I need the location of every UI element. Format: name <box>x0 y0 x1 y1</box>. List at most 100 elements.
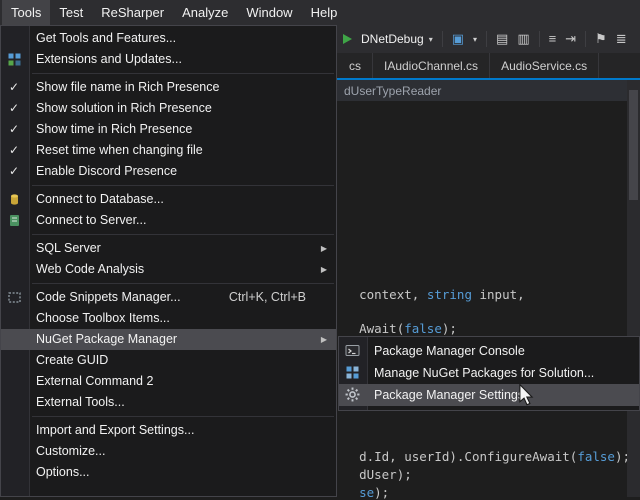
menu-item-sql-server[interactable]: SQL Server ▶ <box>1 238 336 259</box>
menu-item-show-solution-rich-presence[interactable]: ✓ Show solution in Rich Presence <box>1 98 336 119</box>
menu-item-label: Code Snippets Manager... <box>36 290 181 304</box>
bookmark-icon[interactable]: ⚑ <box>595 25 607 53</box>
menu-item-connect-to-server[interactable]: Connect to Server... <box>1 210 336 231</box>
menu-item-show-time-rich-presence[interactable]: ✓ Show time in Rich Presence <box>1 119 336 140</box>
menu-separator <box>32 283 334 284</box>
menu-separator <box>32 416 334 417</box>
submenu-item-package-manager-settings[interactable]: Package Manager Settings <box>339 384 639 406</box>
menu-item-label: Options... <box>36 465 90 479</box>
menu-item-choose-toolbox-items[interactable]: Choose Toolbox Items... <box>1 308 336 329</box>
menu-item-code-snippets-manager[interactable]: Code Snippets Manager... Ctrl+K, Ctrl+B <box>1 287 336 308</box>
chevron-down-icon[interactable]: ▾ <box>473 35 477 44</box>
tab-iaudiochannel[interactable]: IAudioChannel.cs <box>373 53 490 78</box>
code-line: context, string input, <box>344 272 525 302</box>
menu-item-label: Web Code Analysis <box>36 262 144 276</box>
run-configuration-dropdown[interactable]: DNetDebug ▾ <box>361 32 433 46</box>
server-icon <box>7 213 22 228</box>
menu-item-label: External Tools... <box>36 395 125 409</box>
menu-item-show-file-name-rich-presence[interactable]: ✓ Show file name in Rich Presence <box>1 77 336 98</box>
menubar-item-resharper[interactable]: ReSharper <box>92 0 173 25</box>
toolbar-separator <box>442 31 443 47</box>
menubar-item-help[interactable]: Help <box>302 0 347 25</box>
menu-item-label: Manage NuGet Packages for Solution... <box>374 366 594 380</box>
code-line: se); <box>344 470 389 500</box>
toolbar-separator <box>585 31 586 47</box>
menu-item-label: Reset time when changing file <box>36 143 203 157</box>
menubar-item-window[interactable]: Window <box>237 0 301 25</box>
tools-menu: Get Tools and Features... Extensions and… <box>0 25 337 497</box>
submenu-arrow-icon: ▶ <box>321 259 327 280</box>
checkmark-icon: ✓ <box>9 119 19 140</box>
window-layout-icon[interactable]: ▥ <box>517 25 529 53</box>
toolbar-separator <box>539 31 540 47</box>
menu-bar: Tools Test ReSharper Analyze Window Help <box>0 0 640 25</box>
menu-item-options[interactable]: Options... <box>1 462 336 483</box>
scrollbar-thumb[interactable] <box>629 90 638 200</box>
submenu-arrow-icon: ▶ <box>321 329 327 350</box>
menu-item-label: NuGet Package Manager <box>36 332 177 346</box>
code-line: Await(false); <box>344 306 457 336</box>
checkmark-icon: ✓ <box>9 77 19 98</box>
menu-item-reset-time-changing-file[interactable]: ✓ Reset time when changing file <box>1 140 336 161</box>
menu-item-import-export-settings[interactable]: Import and Export Settings... <box>1 420 336 441</box>
menu-item-label: Extensions and Updates... <box>36 52 182 66</box>
submenu-item-manage-nuget-packages[interactable]: Manage NuGet Packages for Solution... <box>339 362 639 384</box>
menu-item-label: Show file name in Rich Presence <box>36 80 219 94</box>
menu-item-label: Show time in Rich Presence <box>36 122 192 136</box>
gear-icon <box>345 387 360 402</box>
open-folder-icon[interactable]: ▤ <box>496 25 508 53</box>
line-list-icon[interactable]: ≡ <box>549 25 557 53</box>
menu-item-label: Package Manager Settings <box>374 388 524 402</box>
console-icon <box>345 343 360 358</box>
extension-tool-icon[interactable]: ▣ <box>452 25 464 53</box>
submenu-arrow-icon: ▶ <box>321 238 327 259</box>
menu-item-extensions-and-updates[interactable]: Extensions and Updates... <box>1 49 336 70</box>
checkmark-icon: ✓ <box>9 140 19 161</box>
menubar-item-analyze[interactable]: Analyze <box>173 0 237 25</box>
snippets-icon <box>7 290 22 305</box>
extensions-icon <box>7 52 22 67</box>
menu-item-label: Create GUID <box>36 353 108 367</box>
breadcrumb[interactable]: dUserTypeReader <box>344 84 441 98</box>
menu-item-external-command-2[interactable]: External Command 2 <box>1 371 336 392</box>
toolbar-separator <box>486 31 487 47</box>
editor-scrollbar[interactable] <box>627 80 640 497</box>
run-configuration-label: DNetDebug <box>361 32 424 46</box>
menu-item-label: Show solution in Rich Presence <box>36 101 212 115</box>
tab-audioservice[interactable]: AudioService.cs <box>490 53 599 78</box>
nuget-submenu: Package Manager Console Manage NuGet Pac… <box>338 336 640 411</box>
checkmark-icon: ✓ <box>9 161 19 182</box>
chevron-down-icon: ▾ <box>429 35 433 44</box>
start-debug-icon[interactable] <box>343 34 352 44</box>
menu-item-web-code-analysis[interactable]: Web Code Analysis ▶ <box>1 259 336 280</box>
menu-separator <box>32 73 334 74</box>
menu-item-label: Package Manager Console <box>374 344 525 358</box>
menu-item-label: Choose Toolbox Items... <box>36 311 170 325</box>
menu-item-nuget-package-manager[interactable]: NuGet Package Manager ▶ <box>1 329 336 350</box>
menu-separator <box>32 234 334 235</box>
menu-item-label: External Command 2 <box>36 374 153 388</box>
tab-partial[interactable]: cs <box>338 53 373 78</box>
packages-icon <box>345 365 360 380</box>
menu-item-customize[interactable]: Customize... <box>1 441 336 462</box>
menu-item-label: Get Tools and Features... <box>36 31 176 45</box>
menu-item-label: Import and Export Settings... <box>36 423 194 437</box>
menu-item-enable-discord-presence[interactable]: ✓ Enable Discord Presence <box>1 161 336 182</box>
mouse-cursor <box>518 384 534 406</box>
database-icon <box>7 192 22 207</box>
submenu-item-package-manager-console[interactable]: Package Manager Console <box>339 340 639 362</box>
menu-item-create-guid[interactable]: Create GUID <box>1 350 336 371</box>
indent-icon[interactable]: ⇥ <box>565 25 576 53</box>
menu-item-external-tools[interactable]: External Tools... <box>1 392 336 413</box>
menubar-item-test[interactable]: Test <box>50 0 92 25</box>
menubar-item-tools[interactable]: Tools <box>2 0 50 25</box>
menu-item-label: Customize... <box>36 444 105 458</box>
menu-item-label: SQL Server <box>36 241 101 255</box>
list-members-icon[interactable]: ≣ <box>616 25 627 53</box>
menu-item-shortcut: Ctrl+K, Ctrl+B <box>229 287 306 308</box>
menu-item-label: Connect to Server... <box>36 213 146 227</box>
menu-item-label: Enable Discord Presence <box>36 164 177 178</box>
menu-item-connect-to-database[interactable]: Connect to Database... <box>1 189 336 210</box>
menu-item-get-tools-and-features[interactable]: Get Tools and Features... <box>1 28 336 49</box>
checkmark-icon: ✓ <box>9 98 19 119</box>
